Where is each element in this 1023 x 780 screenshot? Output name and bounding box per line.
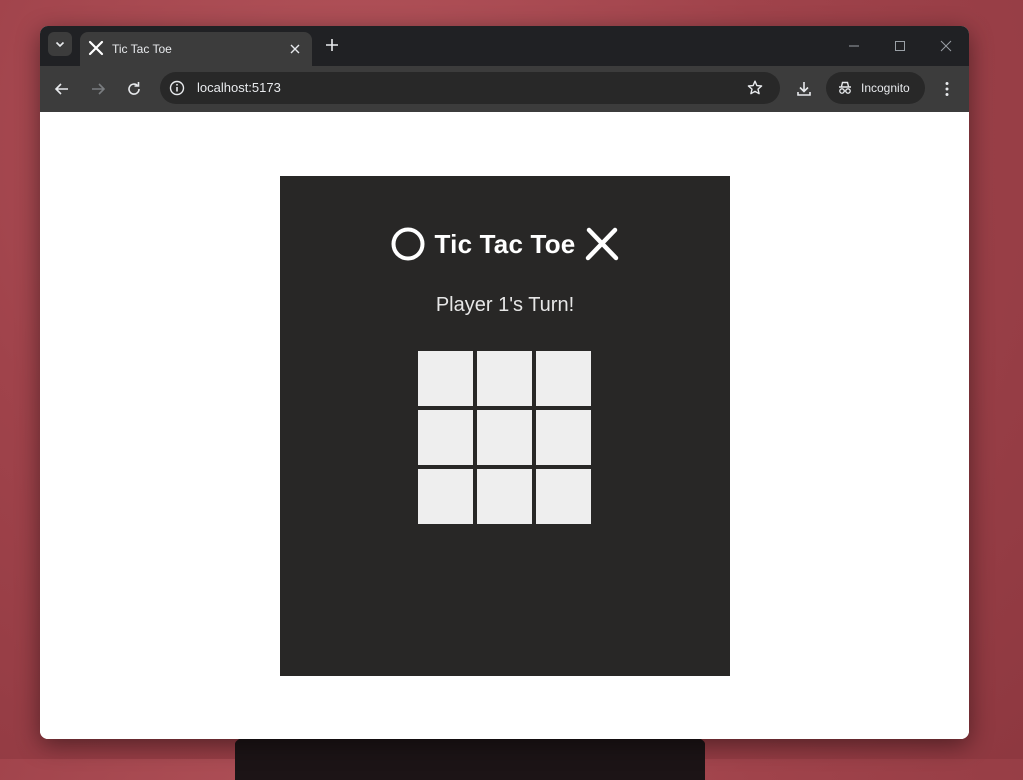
board-cell-1[interactable] [418,351,473,406]
browser-window: Tic Tac Toe localhost:5173 Incognito Tic… [40,26,969,739]
incognito-button[interactable]: Incognito [826,72,925,104]
tab-tic-tac-toe[interactable]: Tic Tac Toe [80,32,312,66]
close-window-icon[interactable] [938,38,954,54]
incognito-label: Incognito [861,81,910,95]
page-content: Tic Tac Toe Player 1's Turn! [40,112,969,739]
arrow-right-icon[interactable] [88,79,108,99]
browser-toolbar: localhost:5173 Incognito [40,66,969,112]
game-board [418,351,591,524]
tab-search-button[interactable] [48,32,72,56]
download-icon[interactable] [794,79,814,99]
chevron-down-icon [55,41,65,48]
plus-icon[interactable] [324,37,340,53]
reload-icon[interactable] [124,79,144,99]
board-cell-4[interactable] [418,410,473,465]
address-bar[interactable]: localhost:5173 [160,72,780,104]
incognito-icon [839,81,851,94]
board-cell-6[interactable] [536,410,591,465]
board-cell-7[interactable] [418,469,473,524]
x-icon [586,227,619,261]
board-cell-3[interactable] [536,351,591,406]
url-text[interactable]: localhost:5173 [197,80,281,95]
x-icon [88,40,104,56]
o-icon [391,227,425,261]
more-vertical-icon[interactable] [937,79,957,99]
board-cell-8[interactable] [477,469,532,524]
star-icon[interactable] [746,79,764,97]
game-title: Tic Tac Toe [434,228,576,259]
maximize-icon[interactable] [892,38,908,54]
arrow-left-icon[interactable] [52,79,72,99]
board-cell-9[interactable] [536,469,591,524]
board-cell-2[interactable] [477,351,532,406]
info-icon[interactable] [168,79,186,97]
game-container: Tic Tac Toe Player 1's Turn! [280,176,730,676]
game-header: Tic Tac Toe [280,224,730,264]
turn-status: Player 1's Turn! [435,294,575,316]
board-cell-5[interactable] [477,410,532,465]
minimize-icon[interactable] [846,38,862,54]
close-icon[interactable] [288,42,302,56]
tab-title: Tic Tac Toe [112,42,172,56]
tab-strip: Tic Tac Toe [40,26,969,66]
